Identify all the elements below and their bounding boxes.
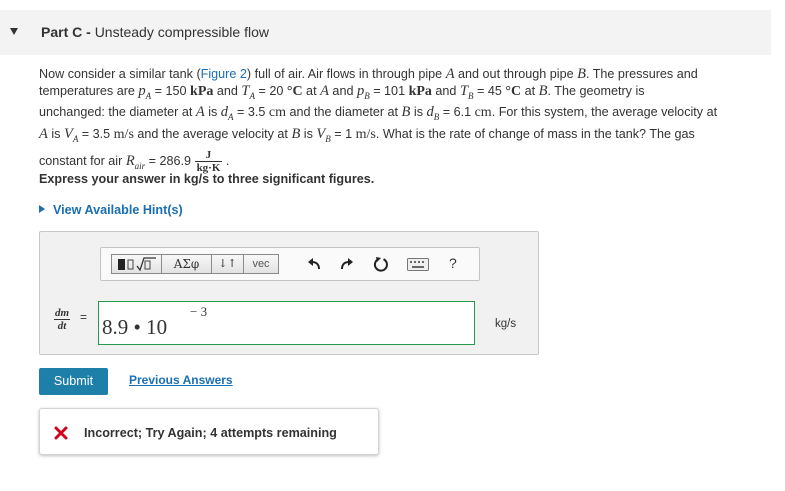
part-title: Part C - Unsteady compressible flow — [41, 24, 269, 40]
lhs-denominator: dt — [57, 320, 67, 332]
unit-cm: cm — [268, 105, 287, 121]
equals-sign: = — [80, 310, 88, 324]
feedback-box: Incorrect; Try Again; 4 attempts remaini… — [39, 408, 379, 455]
keyboard-icon[interactable] — [407, 258, 429, 276]
previous-answers-link[interactable]: Previous Answers — [129, 373, 233, 387]
help-button[interactable]: ? — [449, 255, 457, 271]
text-segment: and — [328, 83, 357, 98]
part-name: Unsteady compressible flow — [94, 24, 269, 40]
unit-m-per-s: m/s — [355, 126, 376, 142]
part-header[interactable]: Part C - Unsteady compressible flow — [0, 10, 771, 55]
math-toolbar: ΑΣφ ↓↑ vec ? — [100, 247, 480, 281]
text-segment: Now consider a similar tank ( — [39, 67, 201, 81]
problem-line-5: constant for air Rair = 286.9 Jkg·K . — [39, 149, 774, 174]
text-segment: and the average velocity at — [133, 126, 292, 141]
templates-button[interactable] — [112, 255, 162, 273]
collapse-caret-icon[interactable] — [10, 28, 18, 35]
symbol-pA: pA — [138, 82, 152, 101]
unit-kpa: kPa — [408, 83, 432, 99]
redo-icon[interactable] — [339, 256, 355, 277]
problem-line-4: A is VA = 3.5 m/s and the average veloci… — [39, 126, 774, 147]
unit-degc: °C — [505, 83, 522, 99]
text-segment: constant for air — [39, 153, 126, 168]
problem-line-3: unchanged: the diameter at A is dA = 3.5… — [39, 104, 774, 125]
text-segment: temperatures are — [39, 83, 139, 98]
problem-statement: Now consider a similar tank (Figure 2) f… — [39, 66, 774, 174]
text-segment: . The pressures and — [585, 67, 698, 81]
submit-button[interactable]: Submit — [39, 368, 108, 395]
incorrect-x-icon — [54, 426, 68, 445]
problem-line-2: temperatures are pA = 150 kPa and TA = 2… — [39, 83, 774, 104]
arrows-button[interactable]: ↓↑ — [212, 255, 244, 273]
R-value: = 286.9 — [145, 153, 195, 168]
part-separator: - — [82, 24, 95, 40]
pB-value: = 101 — [369, 83, 409, 98]
expand-caret-icon — [39, 205, 45, 213]
answer-input[interactable]: 8.9 • 10 − 3 — [98, 301, 475, 345]
hints-label: View Available Hint(s) — [53, 203, 183, 217]
text-segment: and — [431, 83, 460, 98]
undo-icon[interactable] — [306, 256, 322, 277]
VA-value: = 3.5 — [78, 126, 114, 141]
problem-line-1: Now consider a similar tank (Figure 2) f… — [39, 66, 774, 83]
text-segment: is — [300, 126, 317, 141]
text-segment: is — [410, 105, 427, 120]
text-segment: . — [225, 153, 230, 168]
text-segment: . The geometry is — [547, 83, 645, 98]
templates-icon — [118, 257, 156, 272]
symbol-A: A — [320, 82, 329, 99]
pA-value: = 150 — [151, 83, 191, 98]
dB-value: = 6.1 — [439, 105, 475, 120]
VB-value: = 1 — [330, 126, 356, 141]
lhs-numerator: dm — [54, 307, 71, 320]
answer-instruction: Express your answer in kg/s to three sig… — [39, 172, 375, 186]
part-label: Part C — [41, 24, 83, 40]
text-segment: is — [47, 126, 64, 141]
symbol-A: A — [195, 104, 205, 121]
symbol-VB: VB — [316, 125, 331, 144]
text-segment: and the diameter at — [286, 105, 402, 120]
text-segment: is — [204, 105, 221, 120]
toolbar-group: ΑΣφ ↓↑ vec — [111, 254, 279, 274]
unit-fraction-numerator: J — [194, 149, 223, 163]
symbol-TA: TA — [241, 82, 255, 101]
symbol-dA: dA — [220, 104, 234, 122]
symbol-pB: pB — [356, 82, 370, 101]
answer-units: kg/s — [495, 318, 517, 330]
TA-value: = 20 — [254, 83, 287, 98]
symbol-B: B — [577, 66, 586, 82]
symbol-R-air: Rair — [125, 152, 146, 171]
symbol-TB: TB — [459, 82, 474, 101]
view-hints-link[interactable]: View Available Hint(s) — [39, 203, 183, 217]
feedback-message: Incorrect; Try Again; 4 attempts remaini… — [84, 426, 337, 440]
answer-box: ΑΣφ ↓↑ vec ? dm dt = 8.9 • 10 − 3 kg/s — [39, 231, 539, 355]
symbol-dB: dB — [426, 104, 440, 122]
answer-lhs-fraction: dm dt — [54, 307, 71, 332]
text-segment: and out through pipe — [454, 67, 578, 81]
unit-kpa: kPa — [190, 83, 214, 99]
reset-icon[interactable] — [373, 256, 389, 277]
text-segment: . What is the rate of change of mass in … — [375, 126, 695, 141]
text-segment: . For this system, the average velocity … — [491, 105, 718, 120]
answer-exponent: − 3 — [190, 304, 208, 319]
text-segment: unchanged: the diameter at — [39, 105, 196, 120]
text-segment: at — [521, 83, 539, 98]
unit-degc: °C — [286, 83, 303, 99]
text-segment: at — [302, 83, 321, 98]
unit-fraction: Jkg·K — [194, 149, 223, 174]
vec-button[interactable]: vec — [244, 255, 278, 273]
symbol-A: A — [39, 125, 48, 142]
dA-value: = 3.5 — [233, 105, 269, 120]
TB-value: = 45 — [473, 83, 506, 98]
greek-button[interactable]: ΑΣφ — [162, 255, 212, 273]
symbol-B: B — [291, 125, 301, 142]
text-segment: and — [213, 83, 242, 98]
answer-value: 8.9 • 10 — [102, 315, 168, 339]
text-segment: ) full of air. Air flows in through pipe — [246, 67, 446, 81]
symbol-A: A — [445, 66, 455, 82]
figure-link[interactable]: Figure 2 — [201, 67, 247, 81]
symbol-VA: VA — [63, 125, 79, 144]
unit-cm: cm — [474, 105, 492, 121]
unit-m-per-s: m/s — [113, 126, 134, 142]
